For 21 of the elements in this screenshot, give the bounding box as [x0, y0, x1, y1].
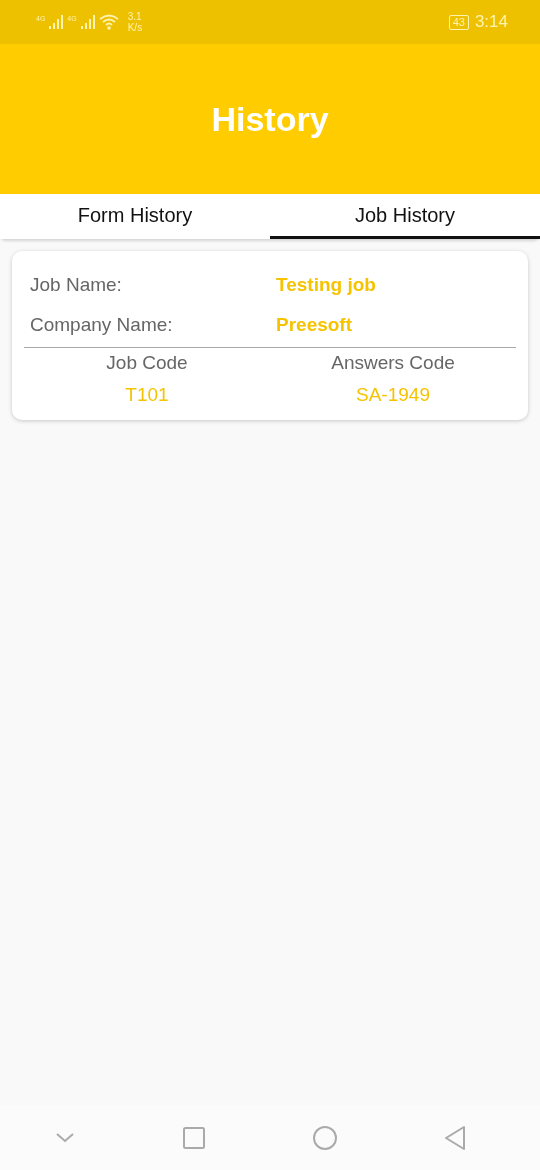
home-icon[interactable]	[311, 1124, 338, 1151]
signal-icon	[79, 15, 96, 29]
field-label: Job Name:	[29, 274, 123, 296]
code-value: T101	[125, 384, 169, 406]
code-value: SA-1949	[356, 384, 430, 406]
signal-icon	[48, 15, 65, 29]
speed-unit: K/s	[127, 22, 143, 33]
back-icon[interactable]	[443, 1124, 468, 1151]
code-label: Answers Code	[331, 352, 455, 374]
wifi-icon	[98, 14, 119, 30]
field-value: Testing job	[276, 274, 376, 296]
code-label: Job Code	[106, 352, 188, 374]
field-label: Company Name:	[29, 314, 174, 336]
page-title: History	[211, 99, 329, 139]
field-value: Preesoft	[276, 314, 353, 336]
recent-apps-icon[interactable]	[182, 1125, 207, 1150]
network-speed: 3.1	[127, 11, 143, 22]
tab[interactable]: Form History	[0, 194, 270, 239]
tab[interactable]: Job History	[270, 194, 540, 239]
clock-time: 3:14	[474, 12, 508, 32]
battery-level: 43	[448, 14, 469, 30]
